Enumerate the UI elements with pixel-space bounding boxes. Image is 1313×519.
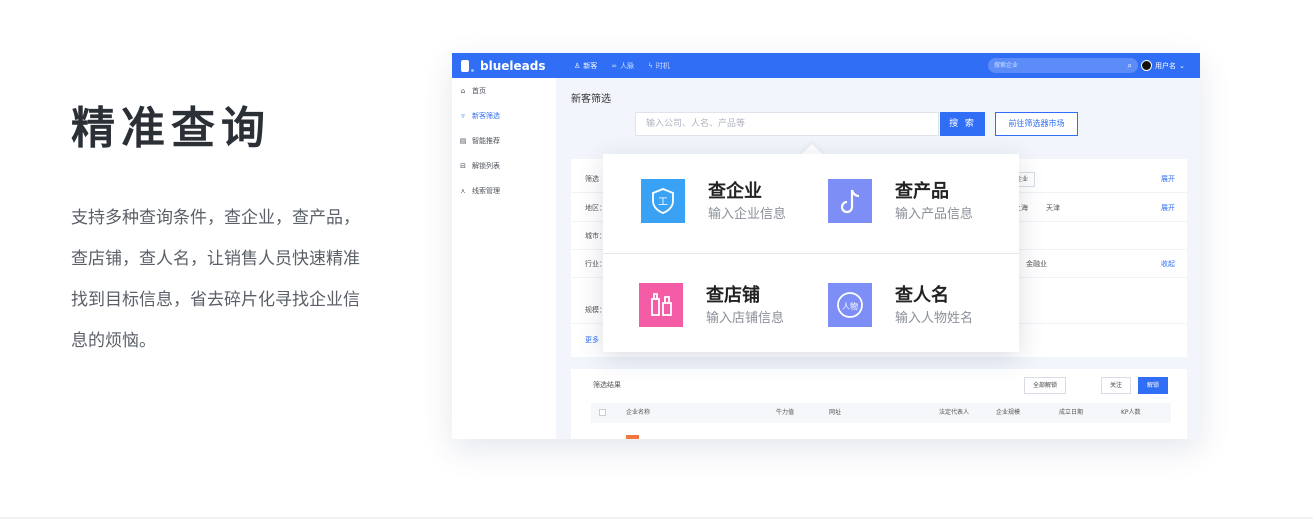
top-bar: blueleads ♙ 新客 ∞ 人脉 ϟ 时机 搜索企业 ⌕ 用户名 ⌄: [452, 53, 1200, 78]
link-icon: ∞: [611, 61, 618, 70]
search-icon[interactable]: ⌕: [1128, 58, 1132, 73]
filter-option[interactable]: 金融业: [1026, 250, 1047, 278]
page-title: 新客筛选: [571, 94, 611, 105]
query-type-popup: 工 查企业 输入企业信息 查产品 输入产品信息 查店铺 输入店铺信息 人物 查人…: [603, 154, 1019, 352]
sidebar-item-label: 解锁列表: [472, 161, 500, 170]
avatar: [1141, 60, 1152, 71]
brand-logo[interactable]: blueleads: [461, 53, 545, 78]
music-note-icon: [828, 179, 872, 223]
popup-divider: [603, 253, 1019, 254]
topnav-label: 人脉: [620, 61, 635, 70]
sidebar-item-new-customer-filter[interactable]: ▿ 新客筛选: [452, 103, 556, 128]
topnav-label: 新客: [583, 61, 598, 70]
sidebar-item-label: 线索管理: [472, 186, 500, 195]
query-store-option[interactable]: 查店铺 输入店铺信息: [639, 276, 829, 336]
query-subtitle: 输入人物姓名: [895, 311, 974, 326]
company-logo: [626, 435, 639, 439]
query-title: 查企业: [708, 181, 762, 202]
query-person-option[interactable]: 人物 查人名 输入人物姓名: [828, 276, 1018, 336]
expand-link[interactable]: 展开: [1161, 165, 1175, 193]
page: 精准查询 支持多种查询条件，查企业，查产品，查店铺，查人名，让销售人员快速精准找…: [0, 0, 1313, 519]
intro-description: 支持多种查询条件，查企业，查产品，查店铺，查人名，让销售人员快速精准找到目标信息…: [71, 208, 360, 351]
unlock-all-button[interactable]: 全部解锁: [1024, 377, 1067, 394]
column-header[interactable]: KP人数: [1121, 403, 1141, 423]
user-icon: ♙: [574, 61, 581, 70]
column-header[interactable]: 企业名称: [626, 403, 650, 423]
top-nav: ♙ 新客 ∞ 人脉 ϟ 时机: [574, 53, 670, 78]
filter-icon: ▿: [461, 111, 465, 120]
more-filters-link[interactable]: 更多: [585, 335, 599, 345]
shield-company-icon: 工: [641, 179, 685, 223]
person-badge-icon: 人物: [828, 283, 872, 327]
bolt-icon: ϟ: [648, 61, 653, 70]
sidebar-item-unlock-list[interactable]: ⊟ 解锁列表: [452, 153, 556, 178]
filter-option[interactable]: 天津: [1046, 194, 1060, 222]
query-subtitle: 输入企业信息: [708, 207, 787, 222]
query-product-option[interactable]: 查产品 输入产品信息: [828, 172, 1018, 232]
filter-market-button[interactable]: 前往筛选器市场: [995, 112, 1078, 136]
follow-button[interactable]: 关注: [1101, 377, 1132, 394]
top-search-input[interactable]: 搜索企业 ⌕: [988, 58, 1138, 73]
sidebar-item-label: 首页: [472, 86, 486, 95]
query-title: 查店铺: [706, 285, 760, 306]
leads-icon: ⋏: [460, 186, 466, 195]
topnav-item-opportunity[interactable]: ϟ 时机: [648, 61, 670, 71]
column-header[interactable]: 企业规模: [996, 403, 1020, 423]
query-subtitle: 输入店铺信息: [706, 311, 785, 326]
sidebar-item-label: 智能推荐: [472, 136, 500, 145]
logo-icon: [461, 59, 474, 72]
select-all-checkbox[interactable]: [599, 409, 606, 416]
sidebar-item-leads[interactable]: ⋏ 线索管理: [452, 178, 556, 203]
recommend-icon: ▤: [459, 136, 467, 145]
company-badge-text: 工: [658, 197, 668, 208]
user-menu[interactable]: 用户名 ⌄: [1141, 53, 1185, 78]
results-title: 筛选结果: [593, 381, 621, 389]
topnav-item-network[interactable]: ∞ 人脉: [611, 61, 634, 71]
top-search-placeholder: 搜索企业: [994, 62, 1019, 69]
search-button[interactable]: 搜 索: [940, 112, 985, 136]
unlock-button[interactable]: 解锁: [1138, 377, 1169, 394]
sidebar-item-home[interactable]: ⌂ 首页: [452, 78, 556, 103]
results-panel: 筛选结果 全部解锁 关注 解锁 企业名称 牛力值 网址 法定代表人 企业规模 成…: [571, 369, 1187, 439]
collapse-link[interactable]: 收起: [1161, 250, 1175, 278]
column-header[interactable]: 法定代表人: [939, 403, 969, 423]
topnav-label: 时机: [655, 61, 670, 70]
unlock-list-icon: ⊟: [460, 161, 466, 170]
column-header[interactable]: 网址: [829, 403, 841, 423]
person-badge-text: 人物: [842, 301, 858, 311]
column-header[interactable]: 牛力值: [776, 403, 794, 423]
sidebar-item-recommend[interactable]: ▤ 智能推荐: [452, 128, 556, 153]
query-subtitle: 输入产品信息: [895, 207, 974, 222]
bottles-icon: [639, 283, 683, 327]
query-company-option[interactable]: 工 查企业 输入企业信息: [641, 172, 831, 232]
sidebar: ⌂ 首页 ▿ 新客筛选 ▤ 智能推荐 ⊟ 解锁列表 ⋏ 线索管理: [452, 78, 556, 439]
query-title: 查人名: [895, 285, 949, 306]
search-input[interactable]: 输入公司、人名、产品等: [635, 112, 939, 136]
table-header: 企业名称 牛力值 网址 法定代表人 企业规模 成立日期 KP人数: [591, 403, 1171, 423]
brand-name: blueleads: [480, 58, 546, 73]
user-name: 用户名: [1155, 61, 1176, 70]
home-icon: ⌂: [460, 86, 466, 95]
query-title: 查产品: [895, 181, 949, 202]
expand-link[interactable]: 展开: [1161, 194, 1175, 222]
intro-title: 精准查询: [71, 103, 271, 154]
filter-label: 筛选: [585, 175, 599, 183]
chevron-down-icon: ⌄: [1179, 61, 1185, 70]
topnav-item-new-customers[interactable]: ♙ 新客: [574, 61, 597, 71]
column-header[interactable]: 成立日期: [1059, 403, 1083, 423]
sidebar-item-label: 新客筛选: [472, 111, 500, 120]
